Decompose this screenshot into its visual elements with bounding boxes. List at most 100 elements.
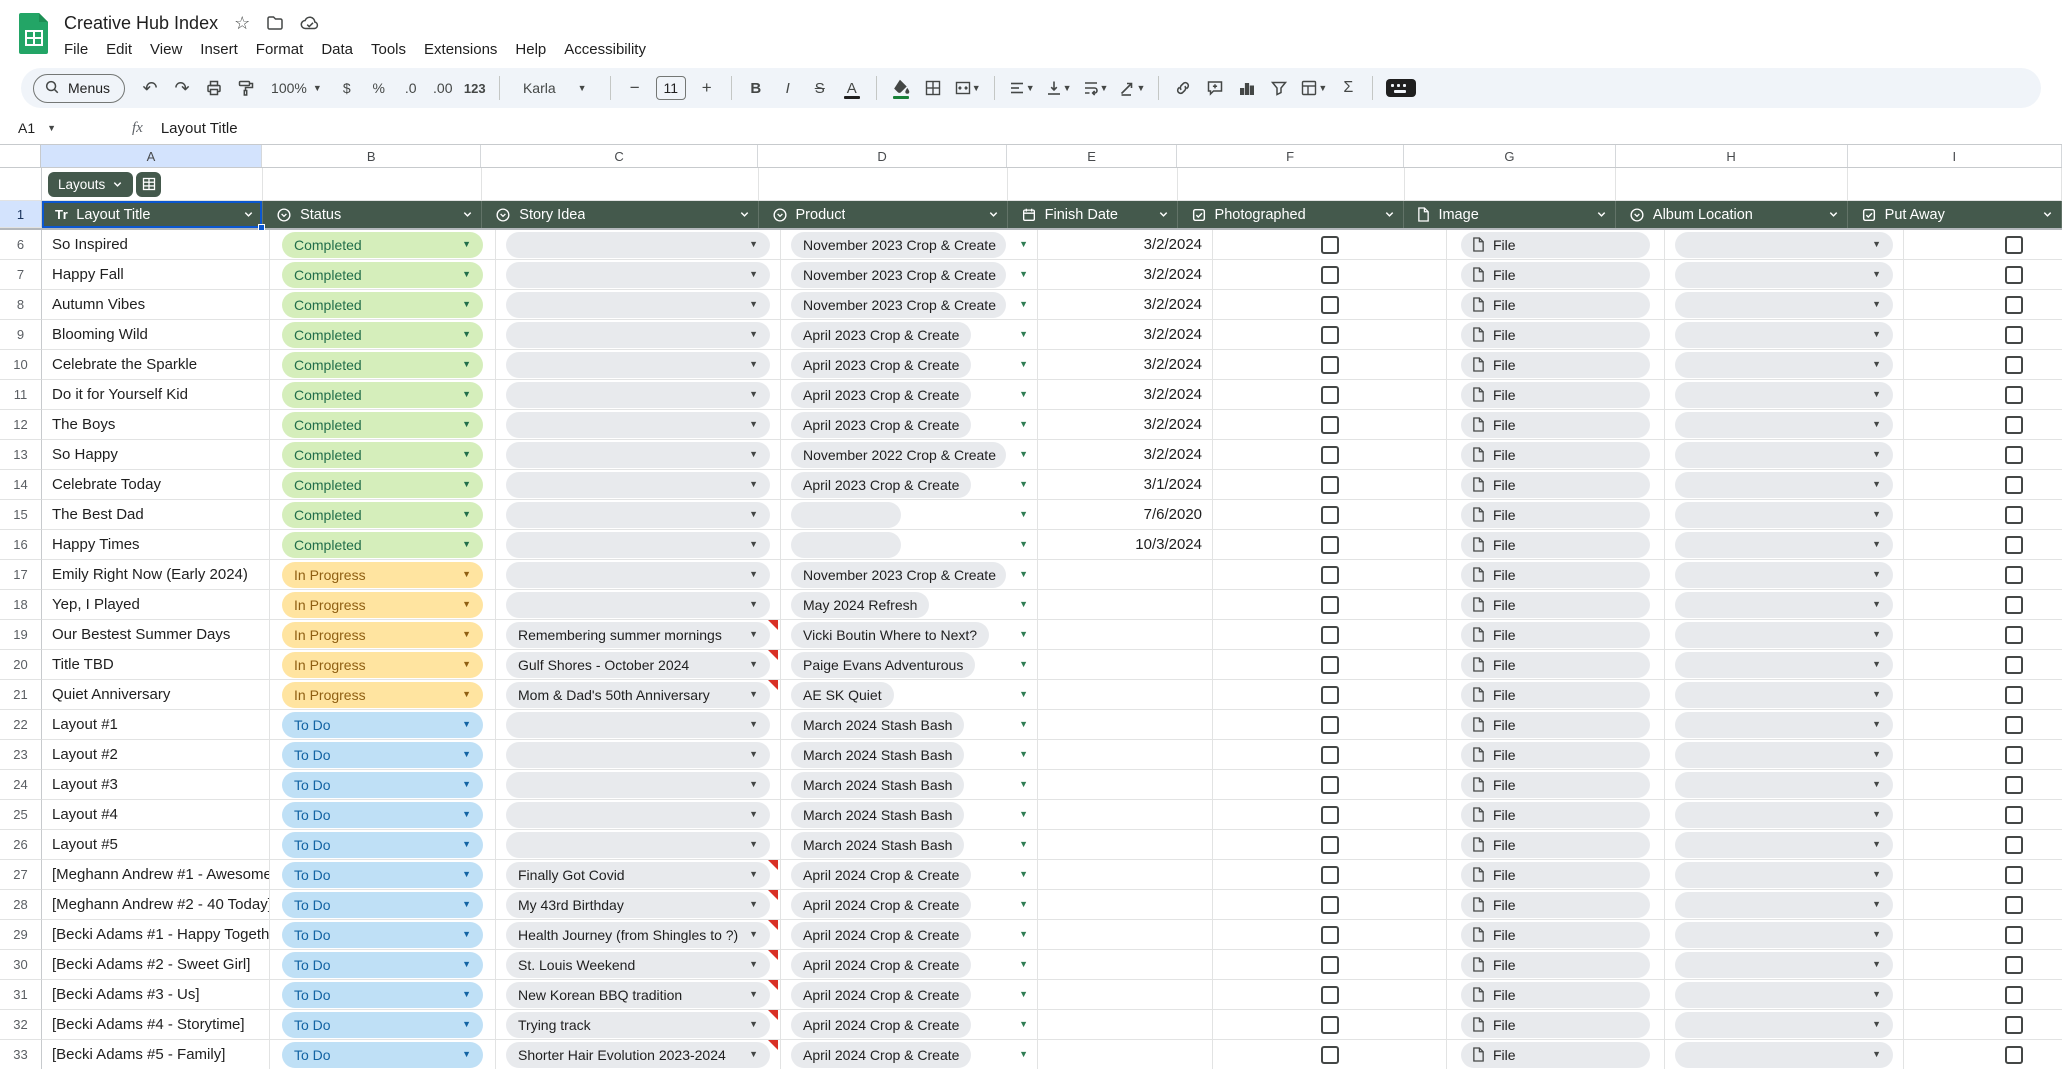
cell-image[interactable]: File [1447, 620, 1665, 650]
cell-photographed[interactable] [1213, 980, 1447, 1010]
cell-album-location[interactable]: ▼ [1665, 410, 1904, 440]
story-idea-chip[interactable]: ▼ [506, 262, 770, 288]
status-chip[interactable]: In Progress▼ [282, 622, 483, 648]
cell-status[interactable]: Completed▼ [270, 230, 496, 260]
cell-status[interactable]: Completed▼ [270, 500, 496, 530]
cell-album-location[interactable]: ▼ [1665, 650, 1904, 680]
product-chip[interactable]: November 2023 Crop & Create [791, 562, 1006, 588]
row-number[interactable]: 19 [0, 620, 42, 650]
format-percent-button[interactable]: % [364, 73, 394, 103]
status-chip[interactable]: Completed▼ [282, 502, 483, 528]
cell-status[interactable]: Completed▼ [270, 440, 496, 470]
product-dropdown-arrow[interactable]: ▼ [1019, 810, 1028, 819]
cell-photographed[interactable] [1213, 440, 1447, 470]
checkbox-put-away[interactable] [2005, 896, 2023, 914]
cell-image[interactable]: File [1447, 800, 1665, 830]
cell-product[interactable]: April 2024 Crop & Create▼ [781, 1010, 1038, 1040]
product-dropdown-arrow[interactable]: ▼ [1019, 900, 1028, 909]
increase-decimals-button[interactable]: .00 [428, 73, 458, 103]
cell-layout-title[interactable]: So Inspired [42, 230, 270, 260]
row-number[interactable]: 9 [0, 320, 42, 350]
cell-put-away[interactable] [1904, 920, 2062, 950]
cell-product[interactable]: April 2023 Crop & Create▼ [781, 320, 1038, 350]
image-file-chip[interactable]: File [1461, 892, 1650, 918]
checkbox-put-away[interactable] [2005, 836, 2023, 854]
album-location-chip[interactable]: ▼ [1675, 292, 1893, 318]
product-chip[interactable]: April 2023 Crop & Create [791, 322, 971, 348]
cell-image[interactable]: File [1447, 980, 1665, 1010]
cell-finish-date[interactable] [1038, 1010, 1213, 1040]
cell-put-away[interactable] [1904, 1040, 2062, 1069]
cell-photographed[interactable] [1213, 800, 1447, 830]
checkbox-photographed[interactable] [1321, 296, 1339, 314]
cell-image[interactable]: File [1447, 770, 1665, 800]
cell-put-away[interactable] [1904, 710, 2062, 740]
checkbox-photographed[interactable] [1321, 236, 1339, 254]
document-title[interactable]: Creative Hub Index [64, 13, 218, 34]
status-chip[interactable]: To Do▼ [282, 772, 483, 798]
status-chip[interactable]: Completed▼ [282, 412, 483, 438]
checkbox-put-away[interactable] [2005, 986, 2023, 1004]
merge-cells-button[interactable]: ▼ [950, 73, 985, 103]
product-chip[interactable]: March 2024 Stash Bash [791, 772, 964, 798]
row-number[interactable]: 24 [0, 770, 42, 800]
checkbox-put-away[interactable] [2005, 626, 2023, 644]
checkbox-put-away[interactable] [2005, 776, 2023, 794]
image-file-chip[interactable]: File [1461, 262, 1650, 288]
cell-layout-title[interactable]: The Best Dad [42, 500, 270, 530]
print-button[interactable] [199, 73, 229, 103]
table-grid-button[interactable] [136, 172, 161, 197]
cell-album-location[interactable]: ▼ [1665, 830, 1904, 860]
cell-put-away[interactable] [1904, 560, 2062, 590]
checkbox-put-away[interactable] [2005, 536, 2023, 554]
cell-photographed[interactable] [1213, 1040, 1447, 1069]
cell-album-location[interactable]: ▼ [1665, 680, 1904, 710]
cell-finish-date[interactable] [1038, 980, 1213, 1010]
story-idea-chip[interactable]: ▼ [506, 322, 770, 348]
product-chip[interactable]: Vicki Boutin Where to Next? [791, 622, 989, 648]
checkbox-photographed[interactable] [1321, 686, 1339, 704]
checkbox-photographed[interactable] [1321, 626, 1339, 644]
cell-album-location[interactable]: ▼ [1665, 590, 1904, 620]
album-location-chip[interactable]: ▼ [1675, 532, 1893, 558]
product-dropdown-arrow[interactable]: ▼ [1019, 690, 1028, 699]
product-dropdown-arrow[interactable]: ▼ [1019, 930, 1028, 939]
cell-photographed[interactable] [1213, 710, 1447, 740]
image-file-chip[interactable]: File [1461, 382, 1650, 408]
checkbox-photographed[interactable] [1321, 926, 1339, 944]
header-dropdown-icon[interactable] [243, 209, 254, 220]
story-idea-chip[interactable]: New Korean BBQ tradition▼ [506, 982, 770, 1008]
cell-image[interactable]: File [1447, 410, 1665, 440]
status-chip[interactable]: To Do▼ [282, 922, 483, 948]
cell-image[interactable]: File [1447, 560, 1665, 590]
product-dropdown-arrow[interactable]: ▼ [1019, 540, 1028, 549]
cell-status[interactable]: Completed▼ [270, 470, 496, 500]
image-file-chip[interactable]: File [1461, 352, 1650, 378]
cell-photographed[interactable] [1213, 620, 1447, 650]
row-number[interactable]: 1 [0, 201, 42, 228]
cell-album-location[interactable]: ▼ [1665, 500, 1904, 530]
product-dropdown-arrow[interactable]: ▼ [1019, 750, 1028, 759]
status-chip[interactable]: To Do▼ [282, 802, 483, 828]
product-dropdown-arrow[interactable]: ▼ [1019, 420, 1028, 429]
cell-put-away[interactable] [1904, 590, 2062, 620]
cell-story-idea[interactable]: St. Louis Weekend▼ [496, 950, 781, 980]
status-chip[interactable]: Completed▼ [282, 472, 483, 498]
checkbox-put-away[interactable] [2005, 446, 2023, 464]
product-chip[interactable]: May 2024 Refresh [791, 592, 929, 618]
status-chip[interactable]: In Progress▼ [282, 682, 483, 708]
product-chip[interactable]: April 2024 Crop & Create [791, 862, 971, 888]
image-file-chip[interactable]: File [1461, 982, 1650, 1008]
cell-product[interactable]: April 2023 Crop & Create▼ [781, 380, 1038, 410]
cell-story-idea[interactable]: ▼ [496, 710, 781, 740]
story-idea-chip[interactable]: ▼ [506, 742, 770, 768]
row-number[interactable]: 21 [0, 680, 42, 710]
column-letter-e[interactable]: E [1007, 145, 1177, 167]
cell-status[interactable]: Completed▼ [270, 320, 496, 350]
column-letter-c[interactable]: C [481, 145, 758, 167]
cell-put-away[interactable] [1904, 530, 2062, 560]
product-chip[interactable]: March 2024 Stash Bash [791, 742, 964, 768]
story-idea-chip[interactable]: Finally Got Covid▼ [506, 862, 770, 888]
cell-put-away[interactable] [1904, 440, 2062, 470]
story-idea-chip[interactable]: ▼ [506, 832, 770, 858]
